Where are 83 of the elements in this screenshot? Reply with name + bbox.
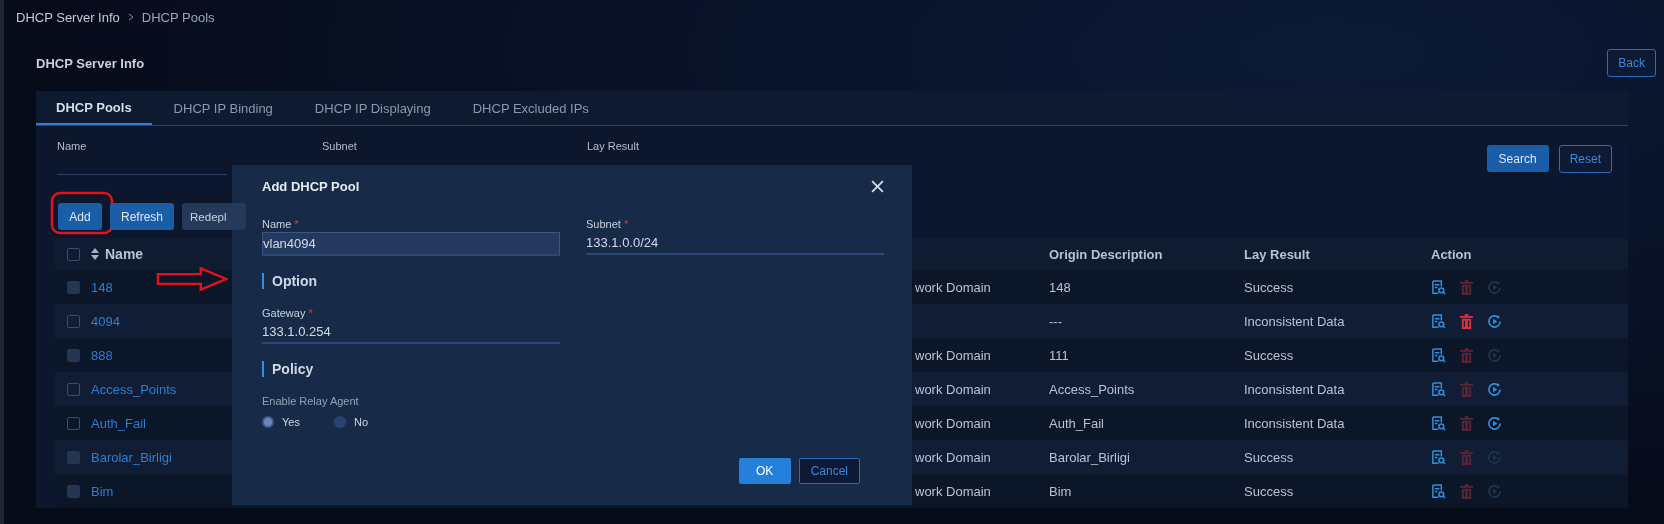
details-icon[interactable] <box>1431 313 1446 329</box>
table-cell: work Domain <box>915 279 991 295</box>
row-checkbox[interactable] <box>66 382 80 396</box>
gateway-input-field[interactable]: 133.1.0.254 <box>262 321 560 344</box>
table-cell: Success <box>1244 279 1294 295</box>
pool-name-link[interactable]: 888 <box>91 347 113 363</box>
table-cell: work Domain <box>915 449 991 465</box>
table-cell: Inconsistent Data <box>1244 313 1345 329</box>
close-icon[interactable] <box>871 180 884 193</box>
details-icon[interactable] <box>1431 279 1446 295</box>
table-cell: work Domain <box>915 347 991 363</box>
pool-name-link[interactable]: Barolar_Birligi <box>91 449 172 465</box>
table-cell: Inconsistent Data <box>1244 415 1345 431</box>
radio-button[interactable] <box>262 416 274 428</box>
table-cell: work Domain <box>915 381 991 397</box>
redeploy-icon[interactable] <box>1487 381 1502 397</box>
table-cell: 111 <box>1049 347 1069 363</box>
field-label: Gateway * <box>262 307 313 319</box>
table-cell: Bim <box>1049 483 1072 499</box>
details-icon[interactable] <box>1431 483 1446 499</box>
table-cell: work Domain <box>915 415 991 431</box>
row-checkbox[interactable] <box>66 416 80 430</box>
table-cell: Success <box>1244 449 1294 465</box>
column-header: Name <box>105 246 144 262</box>
table-cell: --- <box>1049 313 1062 329</box>
details-icon[interactable] <box>1431 381 1446 397</box>
section-heading: Option <box>262 273 318 289</box>
row-checkbox[interactable] <box>66 314 80 328</box>
table-cell: Access_Points <box>1049 381 1135 397</box>
details-icon[interactable] <box>1431 449 1446 465</box>
table-cell: 148 <box>1049 279 1071 295</box>
details-icon[interactable] <box>1431 347 1446 363</box>
redeploy-icon[interactable] <box>1487 313 1502 329</box>
page-title: DHCP Server Info <box>36 55 145 71</box>
dialog-title: Add DHCP Pool <box>262 179 360 194</box>
refresh-button[interactable]: Refresh <box>110 203 175 230</box>
tab[interactable]: DHCP Pools <box>36 91 152 125</box>
table-cell: Inconsistent Data <box>1244 381 1345 397</box>
table-cell: work Domain <box>915 483 991 499</box>
chevron-icon <box>127 13 134 21</box>
search-button[interactable]: Search <box>1486 145 1549 172</box>
column-header: Origin Description <box>1049 246 1163 262</box>
tab[interactable]: DHCP Excluded IPs <box>452 91 609 125</box>
column-header: Lay Result <box>1244 246 1310 262</box>
select-all-checkbox[interactable] <box>66 247 80 261</box>
filter-label: Lay Result <box>587 140 640 152</box>
filter-label: Subnet <box>322 140 358 152</box>
table-cell: Success <box>1244 347 1294 363</box>
annotation-arrow-drawing <box>156 266 228 292</box>
tab[interactable]: DHCP IP Displaying <box>294 91 451 125</box>
table-cell: Auth_Fail <box>1049 415 1104 431</box>
delete-icon[interactable] <box>1460 313 1473 329</box>
filter-label: Name <box>57 140 88 152</box>
breadcrumb-link[interactable]: DHCP Server Info <box>16 9 120 25</box>
cancel-button[interactable]: Cancel <box>798 458 860 484</box>
subnet-input-field[interactable]: 133.1.0.0/24 <box>586 232 884 255</box>
details-icon[interactable] <box>1431 415 1446 431</box>
pool-name-link[interactable]: Bim <box>91 483 114 499</box>
field-label: Name * <box>262 218 299 230</box>
name-input-field[interactable]: vlan4094 <box>262 232 560 256</box>
table-cell: Success <box>1244 483 1294 499</box>
column-header: Action <box>1431 246 1472 262</box>
add-button[interactable]: Add <box>58 203 102 230</box>
reset-button[interactable]: Reset <box>1558 145 1612 173</box>
annotation-drawing <box>50 191 114 235</box>
redeploy-icon[interactable] <box>1487 415 1502 431</box>
table-cell: Barolar_Birligi <box>1049 449 1130 465</box>
pool-name-link[interactable]: 148 <box>91 279 113 295</box>
pool-name-link[interactable]: 4094 <box>91 313 120 329</box>
radio-button[interactable] <box>333 416 346 428</box>
ok-button[interactable]: OK <box>738 458 791 484</box>
field-label: Enable Relay Agent <box>262 395 359 407</box>
sort-icon[interactable] <box>91 248 99 260</box>
tab[interactable]: DHCP IP Binding <box>153 91 293 125</box>
radio-label: No <box>353 416 368 428</box>
radio-label: Yes <box>282 416 300 428</box>
section-heading: Policy <box>262 361 314 377</box>
pool-name-link[interactable]: Access_Points <box>91 381 177 397</box>
breadcrumb-item: DHCP Pools <box>141 9 215 25</box>
redeploy-button[interactable]: Redepl <box>182 203 247 230</box>
field-label: Subnet * <box>586 218 629 230</box>
back-button[interactable]: Back <box>1607 49 1656 77</box>
pool-name-link[interactable]: Auth_Fail <box>91 415 146 431</box>
